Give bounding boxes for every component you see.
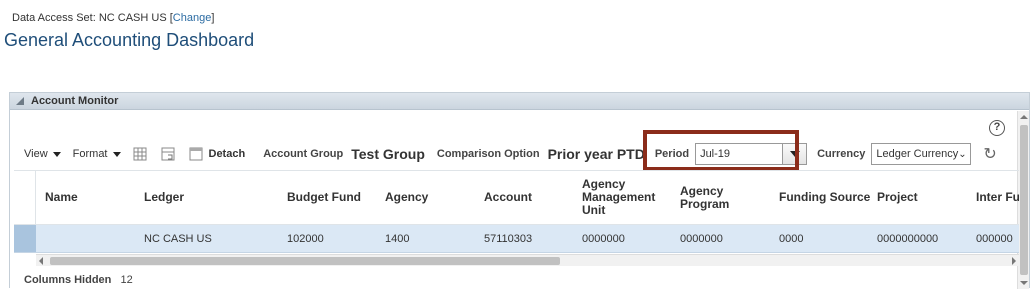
format-dropdown-icon — [112, 151, 121, 157]
column-header-agency-program[interactable]: Agency Program — [680, 171, 760, 224]
collapse-icon[interactable] — [16, 97, 24, 105]
table-header-row: Name Ledger Budget Fund Agency Account A… — [14, 170, 1019, 225]
column-header-project[interactable]: Project — [877, 171, 967, 224]
currency-value: Ledger Currency — [876, 148, 959, 160]
column-header-budget-fund[interactable]: Budget Fund — [287, 171, 377, 224]
column-header-ledger[interactable]: Ledger — [144, 171, 274, 224]
comparison-option-label: Comparison Option — [436, 148, 540, 160]
cell-project: 0000000000 — [877, 232, 939, 245]
detach-icon — [189, 147, 202, 161]
format-menu[interactable]: Format — [73, 148, 121, 160]
refresh-icon[interactable]: ↻ — [983, 144, 996, 164]
cell-budget-fund: 102000 — [287, 232, 324, 245]
row-selector[interactable] — [14, 225, 36, 252]
horizontal-scroll-thumb[interactable] — [50, 257, 560, 265]
column-header-account[interactable]: Account — [484, 171, 574, 224]
panel-title: Account Monitor — [31, 95, 119, 107]
period-highlight-box — [643, 130, 799, 171]
cell-account: 57110303 — [484, 232, 533, 245]
column-header-agency[interactable]: Agency — [385, 171, 475, 224]
change-link[interactable]: Change — [173, 12, 212, 24]
column-header-name[interactable]: Name — [45, 171, 135, 224]
comparison-option-value: Prior year PTD — [547, 146, 645, 162]
columns-hidden-value: 12 — [120, 274, 133, 286]
account-monitor-panel: Account Monitor ? View Format Detach Acc… — [9, 92, 1030, 289]
account-group-label: Account Group — [263, 148, 344, 160]
data-access-set: Data Access Set: NC CASH US [Change] — [12, 12, 214, 24]
column-header-inter-fund[interactable]: Inter Fu — [976, 171, 1019, 224]
detach-label: Detach — [208, 148, 246, 160]
format-menu-label: Format — [72, 148, 108, 160]
scroll-left-icon[interactable] — [39, 257, 43, 265]
column-header-funding-source[interactable]: Funding Source — [779, 171, 874, 224]
cell-ledger: NC CASH US — [144, 232, 212, 245]
currency-label: Currency — [817, 148, 866, 160]
scroll-right-icon[interactable] — [1012, 257, 1016, 265]
currency-select[interactable]: Ledger Currency ⌄ — [871, 143, 972, 165]
columns-hidden-label: Columns Hidden — [24, 274, 112, 286]
row-selector-header — [14, 171, 36, 224]
freeze-columns-icon[interactable] — [133, 147, 147, 161]
view-menu-label: View — [24, 148, 48, 160]
detach-button[interactable]: Detach — [189, 147, 246, 161]
account-table: Name Ledger Budget Fund Agency Account A… — [14, 170, 1019, 266]
view-menu[interactable]: View — [24, 148, 61, 160]
account-group-value: Test Group — [351, 146, 425, 162]
change-bracket-close: ] — [211, 12, 215, 24]
chevron-down-icon: ⌄ — [958, 148, 967, 160]
columns-hidden-status: Columns Hidden 12 — [24, 274, 133, 286]
view-dropdown-icon — [52, 151, 61, 157]
wrap-icon[interactable] — [161, 147, 175, 161]
data-access-value: NC CASH US — [98, 12, 167, 24]
scroll-thumb[interactable] — [1020, 125, 1028, 275]
horizontal-scrollbar[interactable] — [36, 254, 1019, 266]
column-header-agency-management-unit[interactable]: Agency Management Unit — [582, 171, 670, 224]
page-title: General Accounting Dashboard — [4, 30, 255, 50]
toolbar: View Format Detach Account Group Test Gr… — [24, 143, 997, 165]
table-row[interactable]: NC CASH US 102000 1400 57110303 0000000 … — [14, 225, 1019, 253]
cell-agency-program: 0000000 — [680, 232, 723, 245]
help-icon[interactable]: ? — [989, 120, 1005, 136]
cell-agency: 1400 — [385, 232, 410, 245]
cell-funding-source: 0000 — [779, 232, 804, 245]
scroll-down-icon[interactable] — [1020, 281, 1028, 285]
data-access-label: Data Access Set: — [12, 12, 96, 24]
cell-inter-fund: 000000 — [976, 232, 1013, 245]
cell-agency-management-unit: 0000000 — [582, 232, 625, 245]
scroll-up-icon[interactable] — [1020, 115, 1028, 119]
panel-header[interactable]: Account Monitor — [10, 93, 1029, 110]
